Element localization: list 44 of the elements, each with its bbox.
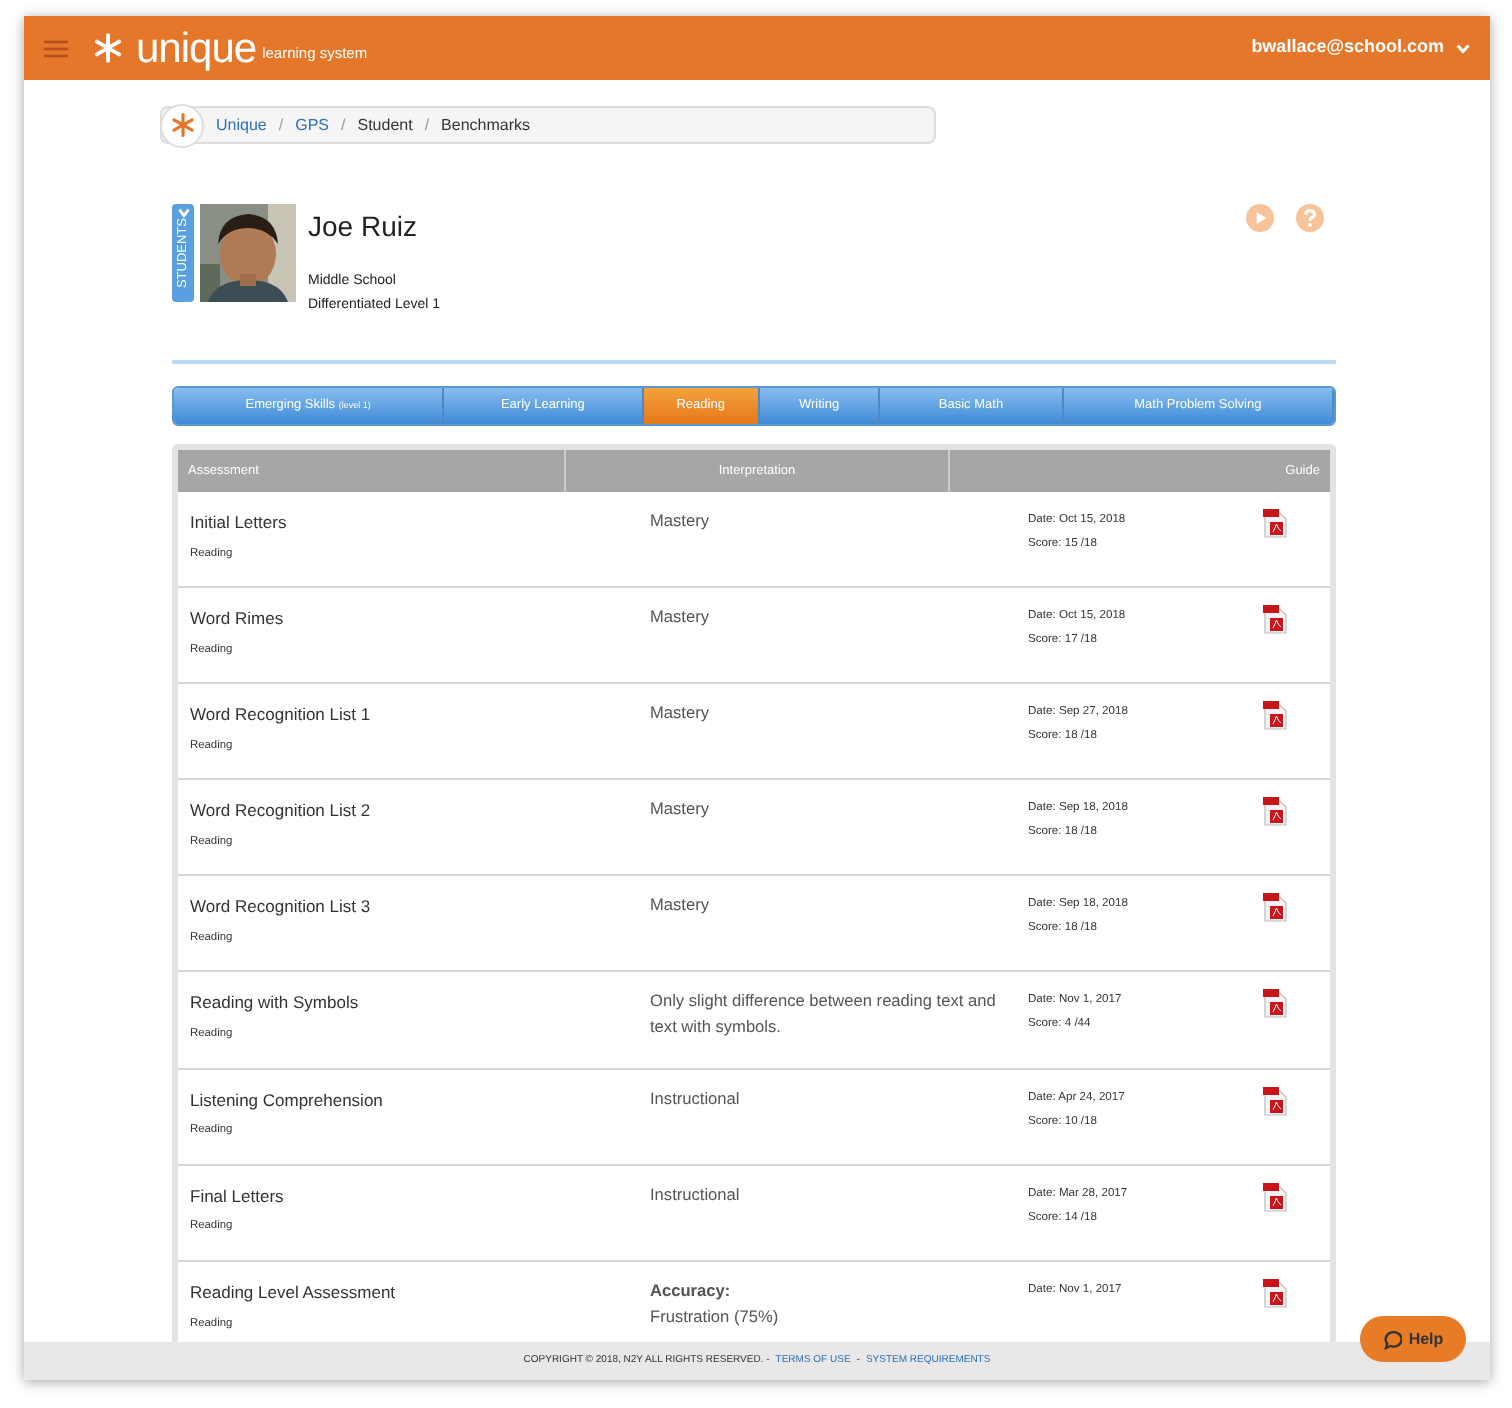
pdf-icon[interactable]: [1262, 796, 1288, 827]
interpretation-text: Instructional: [650, 1181, 742, 1208]
pdf-icon[interactable]: [1262, 508, 1288, 538]
assessment-name: Word Rimes: [190, 606, 286, 632]
logo-icon: [169, 112, 195, 138]
assessment-name: Reading Level Assessment: [190, 1279, 398, 1305]
chat-icon: [1382, 1329, 1403, 1349]
interpretation-text: Mastery: [650, 700, 712, 727]
pdf-icon[interactable]: [1262, 1181, 1288, 1212]
pdf-icon[interactable]: [1262, 604, 1288, 635]
breadcrumb-separator: /: [341, 113, 346, 137]
assessment-name: Reading with Symbols: [190, 990, 361, 1017]
breadcrumb-item: Student: [357, 113, 413, 137]
breadcrumb-item: Benchmarks: [441, 113, 531, 137]
assessment-name: Word Recognition List 3: [190, 894, 373, 921]
caret-icon[interactable]: [1456, 43, 1470, 53]
brand-name: unique: [136, 27, 257, 69]
pdf-icon[interactable]: [1262, 988, 1288, 1019]
interpretation-text: Only slight difference between reading text and text with symbols.: [650, 988, 996, 1041]
assessment-name: Listening Comprehension: [190, 1087, 385, 1113]
logo-icon: [92, 32, 124, 64]
pdf-icon[interactable]: [1262, 1277, 1288, 1308]
breadcrumb-link[interactable]: GPS: [295, 113, 329, 137]
interpretation-text: Mastery: [650, 508, 712, 534]
pdf-icon[interactable]: [1262, 1085, 1288, 1116]
interpretation-text: Instructional: [650, 1085, 742, 1112]
assessment-name: Word Recognition List 2: [190, 798, 373, 825]
help-button[interactable]: Help: [1360, 1316, 1466, 1362]
student-name: Joe Ruiz: [308, 208, 419, 246]
pdf-icon[interactable]: [1262, 700, 1288, 731]
interpretation-text: Mastery: [650, 604, 712, 631]
pdf-icon[interactable]: [1262, 892, 1288, 923]
breadcrumb-separator: /: [424, 113, 430, 137]
assessment-name: Final Letters: [190, 1183, 286, 1209]
interpretation-text: Accuracy:: [650, 1277, 733, 1304]
breadcrumb-link[interactable]: Unique: [216, 113, 267, 137]
interpretation-text: Mastery: [650, 892, 712, 919]
interpretation-text: Frustration (75%): [650, 1303, 781, 1330]
assessment-name: Initial Letters: [190, 510, 289, 536]
breadcrumb-separator: /: [278, 113, 284, 137]
user-menu[interactable]: bwallace@school.com: [1251, 34, 1444, 62]
assessment-name: Word Recognition List 1: [190, 702, 373, 728]
interpretation-text: Mastery: [650, 796, 712, 823]
chevron-icon: [177, 208, 189, 218]
